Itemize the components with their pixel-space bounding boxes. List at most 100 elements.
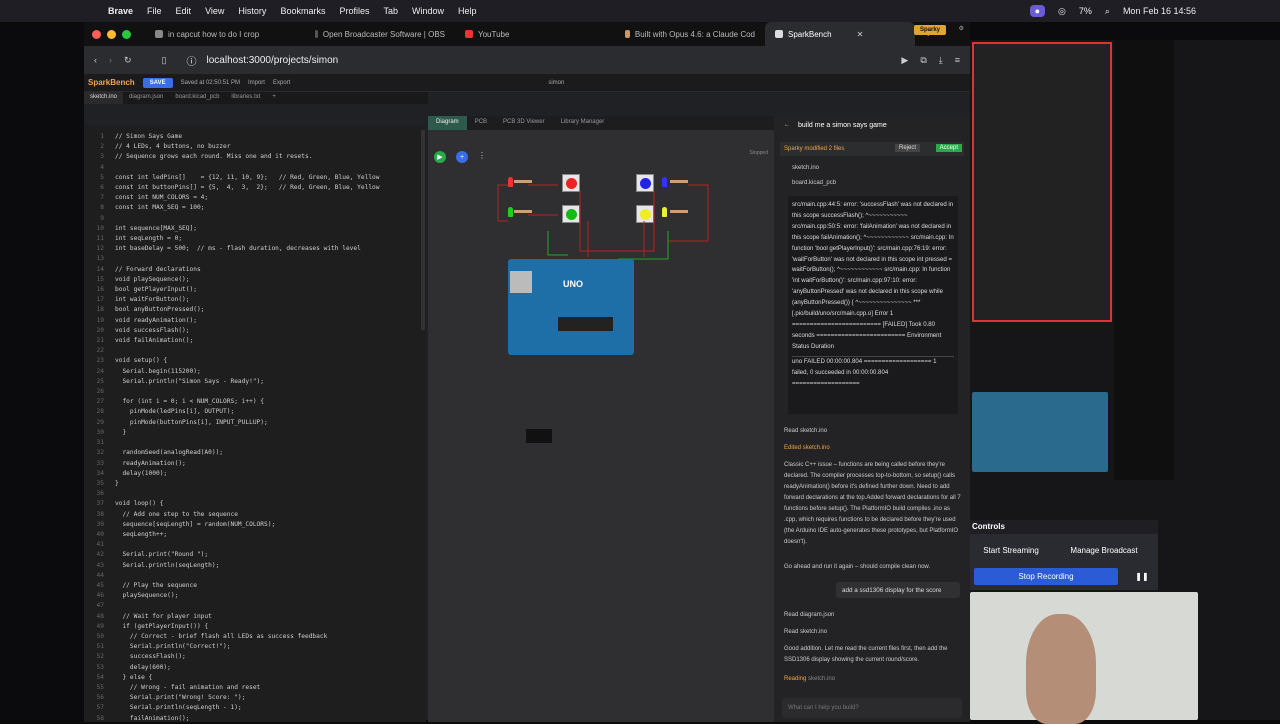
webcam-preview xyxy=(972,392,1108,472)
modified-file-item[interactable]: sketch.ino xyxy=(792,165,819,171)
run-simulation-icon[interactable]: ▶ xyxy=(434,151,446,163)
chat-input[interactable]: What can I help you build? xyxy=(782,698,962,718)
circuit-canvas[interactable]: UNO xyxy=(468,171,768,443)
address-bar-row: ‹ › ↻ ▯ ⓘ localhost:3000/projects/simon ▶… xyxy=(84,46,970,74)
obs-favicon-icon xyxy=(315,30,318,38)
power-jack xyxy=(526,429,552,443)
sparky-button[interactable]: Sparky xyxy=(913,25,946,35)
import-button[interactable]: Import xyxy=(248,80,265,86)
assistant-message: Good addition. Let me read the current f… xyxy=(784,646,948,663)
export-button[interactable]: Export xyxy=(273,80,290,86)
tab-diagram[interactable]: Diagram xyxy=(428,116,467,130)
wifi-status-icon[interactable]: ◎ xyxy=(1058,6,1066,17)
menu-history[interactable]: History xyxy=(238,6,266,16)
bookmark-icon[interactable]: ▯ xyxy=(162,55,167,66)
close-window-icon[interactable] xyxy=(92,29,101,39)
tool-read[interactable]: Read sketch.ino xyxy=(784,426,964,437)
presenter-image xyxy=(1026,614,1096,724)
menu-help[interactable]: Help xyxy=(458,6,477,16)
settings-gear-icon[interactable]: ⚙ xyxy=(959,25,964,32)
simulation-status: Stopped xyxy=(749,150,768,156)
reading-file: sketch.ino xyxy=(808,676,836,682)
browser-window: in capcut how to do I crop Open Broadcas… xyxy=(84,22,970,722)
menu-bookmarks[interactable]: Bookmarks xyxy=(280,6,325,16)
tab-pcb[interactable]: PCB xyxy=(467,116,495,130)
line-numbers: 1 2 3 4 5 6 7 8 9 10 11 12 13 14 15 16 1… xyxy=(96,133,104,722)
add-file-button[interactable]: + xyxy=(266,92,282,104)
add-part-icon[interactable]: + xyxy=(456,151,468,163)
browser-tab[interactable]: Open Broadcaster Software | OBS xyxy=(305,22,455,46)
modified-files-bar: Sparky modified 2 files Reject Accept xyxy=(780,142,964,156)
tab-favicon-icon xyxy=(775,30,783,38)
reload-icon[interactable]: ↻ xyxy=(124,55,132,66)
menu-tab[interactable]: Tab xyxy=(383,6,398,16)
diagram-panel: Diagram PCB PCB 3D Viewer Library Manage… xyxy=(428,116,774,722)
url-field[interactable]: ⓘ localhost:3000/projects/simon xyxy=(179,50,599,70)
tab-title: SparkBench xyxy=(788,29,832,39)
menu-file[interactable]: File xyxy=(147,6,162,16)
pause-recording-icon[interactable]: ❚❚ xyxy=(1128,568,1156,585)
code-editor[interactable]: 1 2 3 4 5 6 7 8 9 10 11 12 13 14 15 16 1… xyxy=(84,126,426,722)
saved-status: Saved at 02:50:51 PM xyxy=(180,79,240,86)
browser-tab[interactable]: in capcut how to do I crop xyxy=(145,22,305,46)
accept-button[interactable]: Accept xyxy=(935,144,962,152)
tab-library-manager[interactable]: Library Manager xyxy=(553,116,613,130)
controls-title: Controls xyxy=(970,520,1158,534)
tab-favicon-icon xyxy=(155,30,163,38)
tab-title: YouTube xyxy=(478,29,510,39)
app-toolbar: SparkBench SAVE Saved at 02:50:51 PM Imp… xyxy=(84,25,970,92)
clock[interactable]: Mon Feb 16 14:56 xyxy=(1123,6,1196,16)
download-icon[interactable]: ⤓ xyxy=(939,55,943,66)
close-tab-icon[interactable]: ✕ xyxy=(857,30,864,39)
save-button[interactable]: SAVE xyxy=(142,77,173,88)
project-name[interactable]: simon xyxy=(548,80,564,86)
view-tabs: Diagram PCB PCB 3D Viewer Library Manage… xyxy=(428,116,774,130)
menu-icon[interactable]: ≡ xyxy=(955,55,960,66)
tab-pcb-3d[interactable]: PCB 3D Viewer xyxy=(495,116,553,130)
browser-tab[interactable]: YouTube xyxy=(455,22,615,46)
menu-window[interactable]: Window xyxy=(412,6,444,16)
tab-strip: in capcut how to do I crop Open Broadcas… xyxy=(84,22,970,46)
media-icon[interactable]: ▶ xyxy=(901,55,908,66)
window-controls xyxy=(92,29,131,39)
menu-view[interactable]: View xyxy=(205,6,224,16)
site-info-icon[interactable]: ⓘ xyxy=(187,53,197,68)
browser-tab[interactable]: Built with Opus 4.6: a Claude Cod xyxy=(615,22,765,46)
webcam-feed xyxy=(970,592,1198,724)
back-arrow-icon[interactable]: ← xyxy=(784,122,790,128)
file-tab[interactable]: sketch.ino xyxy=(84,92,124,104)
extensions-icon[interactable]: ⧉ xyxy=(920,55,926,66)
search-icon[interactable]: ⌕ xyxy=(1105,6,1110,17)
tool-read[interactable]: Read sketch.ino xyxy=(784,627,964,638)
microcontroller-chip xyxy=(558,317,613,331)
assistant-message: Classic C++ issue – functions are being … xyxy=(784,462,961,545)
file-tab[interactable]: board.kicad_pcb xyxy=(169,92,225,104)
menu-app[interactable]: Brave xyxy=(108,6,133,16)
modified-summary: Sparky modified 2 files xyxy=(784,146,845,152)
editor-scrollbar[interactable] xyxy=(421,130,425,330)
back-icon[interactable]: ‹ xyxy=(94,55,97,65)
file-tab[interactable]: libraries.txt xyxy=(225,92,266,104)
menu-edit[interactable]: Edit xyxy=(176,6,192,16)
browser-tab-active[interactable]: SparkBench ✕ xyxy=(765,22,915,46)
start-streaming-button[interactable]: Start Streaming xyxy=(970,542,1052,559)
build-summary: uno FAILED 00:00:00.804 ================… xyxy=(792,355,954,390)
forward-icon[interactable]: › xyxy=(109,55,112,65)
recording-indicator-icon[interactable]: ● xyxy=(1029,5,1046,17)
modified-file-item[interactable]: board.kicad_pcb xyxy=(792,180,836,186)
tool-read[interactable]: Read diagram.json xyxy=(784,610,964,621)
reject-button[interactable]: Reject xyxy=(894,144,920,152)
code-text[interactable]: // Simon Says Game // 4 LEDs, 4 buttons,… xyxy=(115,132,380,722)
manage-broadcast-button[interactable]: Manage Broadcast xyxy=(1062,542,1146,559)
tab-favicon-icon xyxy=(625,30,630,38)
file-tab[interactable]: diagram.json xyxy=(123,92,169,104)
battery-percent[interactable]: 7% xyxy=(1079,6,1092,16)
more-options-icon[interactable]: ⋮ xyxy=(478,151,486,160)
zoom-window-icon[interactable] xyxy=(122,29,131,39)
arduino-uno-board[interactable]: UNO xyxy=(508,259,634,355)
minimize-window-icon[interactable] xyxy=(107,29,116,39)
stop-recording-button[interactable]: Stop Recording xyxy=(974,568,1118,585)
tool-edit[interactable]: Edited sketch.ino xyxy=(784,443,964,454)
url-text: localhost:3000/projects/simon xyxy=(206,54,339,66)
menu-profiles[interactable]: Profiles xyxy=(339,6,369,16)
